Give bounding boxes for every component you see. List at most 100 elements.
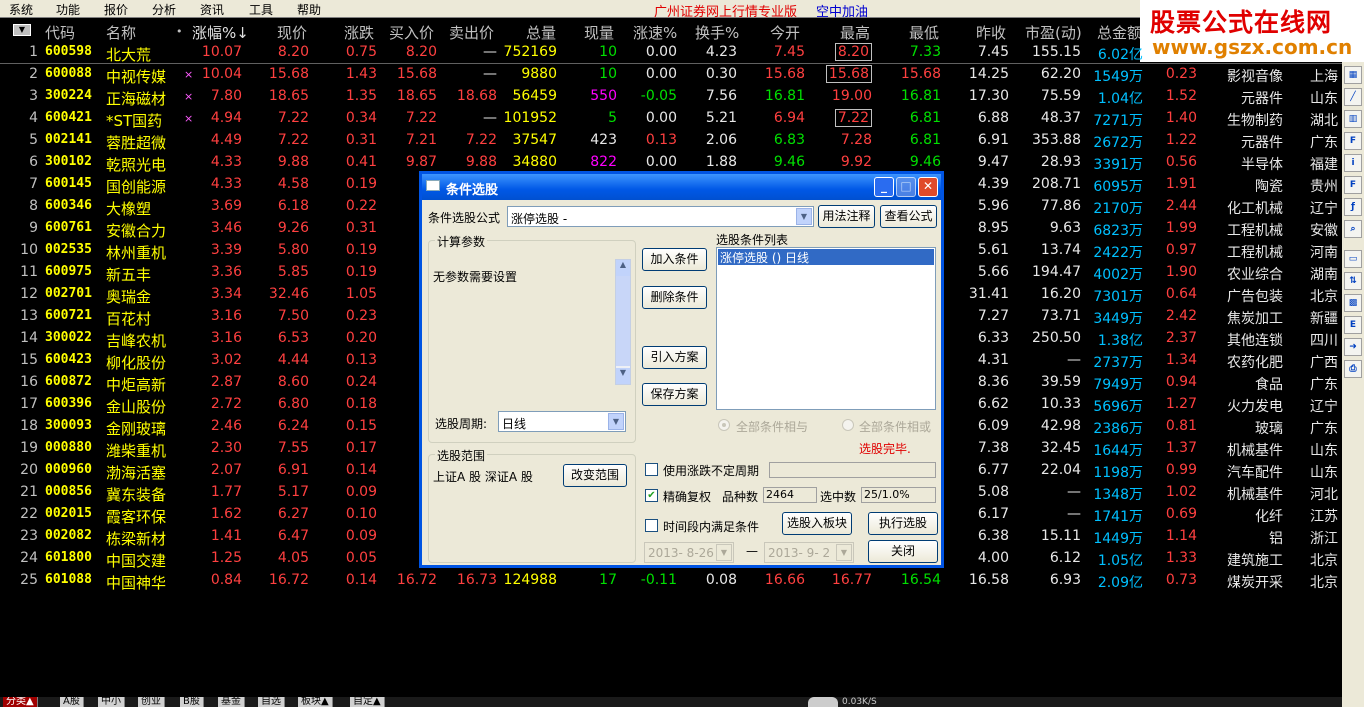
sort-dropdown-icon[interactable]: ▼ [13,24,31,36]
hit-label: 选中数 [820,490,857,504]
col-price[interactable]: 现价 [277,22,307,43]
bars-icon[interactable]: ▥ [1344,110,1362,128]
col-cur-volume[interactable]: 现量 [584,22,614,43]
col-bid[interactable]: 买入价 [389,22,434,43]
col-chg[interactable]: 涨跌 [344,22,374,43]
f10-icon[interactable]: F [1344,132,1362,150]
range-text: 上证A 股 深证A 股 [433,470,533,484]
dialog-titlebar[interactable]: 条件选股 _ □ ✕ [422,174,941,200]
etf-icon[interactable]: E [1344,316,1362,334]
close-button[interactable]: 关闭 [868,540,938,563]
view-formula-button[interactable]: 查看公式 [880,205,937,228]
tab-watchlist[interactable]: 自选 [258,697,285,707]
region: 河北 [1310,487,1338,503]
table-row[interactable]: 4 600421 *ST国药 × 4.94 7.22 0.34 7.22 — 101952 5 0.0… [0,108,1342,130]
menu-analysis[interactable]: 分析 [152,1,176,18]
tab-sector[interactable]: 板块▲ [298,697,333,707]
col-turnover[interactable]: 换手% [695,22,739,43]
prev-close: 6.09 [977,418,1009,434]
col-name[interactable]: 名称 [106,22,136,43]
radio-and[interactable] [718,419,730,431]
col-open[interactable]: 今开 [770,22,800,43]
search-icon[interactable]: ⌕ [1344,220,1362,238]
info-icon[interactable]: i [1344,154,1362,172]
col-amount[interactable]: 总金额 [1097,22,1142,43]
run-screen-button[interactable]: 执行选股 [868,512,938,535]
region: 辽宁 [1310,201,1338,217]
table-row[interactable]: 5 002141 蓉胜超微 4.49 7.22 0.31 7.21 7.22 37547 423 0… [0,130,1342,152]
col-prev-close[interactable]: 昨收 [976,22,1006,43]
export-icon[interactable]: ➜ [1344,338,1362,356]
delete-condition-button[interactable]: 删除条件 [642,286,707,309]
params-scrollbar[interactable]: ▲ ▼ [615,259,631,385]
table-row[interactable]: 3 300224 正海磁材 × 7.80 18.65 1.35 18.65 18.68 56459… [0,86,1342,108]
grid-icon[interactable]: ▩ [1344,294,1362,312]
tab-custom[interactable]: 自定▲ [350,697,385,707]
chart-icon[interactable]: ▦ [1344,66,1362,84]
menu-quote[interactable]: 报价 [104,1,128,18]
radio-or[interactable] [842,419,854,431]
amount: 6095万 [1093,179,1143,195]
table-row[interactable]: 2 600088 中视传媒 × 10.04 15.68 1.43 15.68 — 9880 10 0.… [0,64,1342,86]
pe-ratio: 15.11 [1040,528,1081,544]
to-block-button[interactable]: 选股入板块 [782,512,852,535]
col-mark[interactable]: • [176,25,183,38]
menu-help[interactable]: 帮助 [297,1,321,18]
add-condition-button[interactable]: 加入条件 [642,248,707,271]
change-range-button[interactable]: 改变范围 [563,464,627,487]
tab-b-share[interactable]: B股 [180,697,204,707]
pe-ratio: 6.93 [1049,572,1081,588]
col-code[interactable]: 代码 [45,22,75,43]
usage-button[interactable]: 用法注释 [818,205,875,228]
folder-icon[interactable]: ▭ [1344,250,1362,268]
tab-a-share[interactable]: A股 [60,697,84,707]
menu-system[interactable]: 系统 [9,1,33,18]
tab-fund[interactable]: 基金 [218,697,245,707]
scroll-thumb[interactable] [616,276,630,366]
period-select[interactable]: 日线 ▼ [498,411,626,432]
f10-icon[interactable]: F [1344,176,1362,194]
scroll-up-icon[interactable]: ▲ [616,260,630,276]
open: 16.81 [764,88,805,104]
pe-ratio: 9.63 [1049,220,1081,236]
col-pct[interactable]: 涨幅%↓ [192,22,249,43]
menu-function[interactable]: 功能 [56,1,80,18]
tab-gem[interactable]: 创业 [138,697,165,707]
amount: 2386万 [1093,421,1143,437]
col-volume[interactable]: 总量 [526,22,556,43]
period-label: 选股周期: [435,417,488,431]
condition-list[interactable]: 涨停选股 () 日线 [716,247,936,410]
col-ask[interactable]: 卖出价 [449,22,494,43]
col-speed[interactable]: 涨速% [633,22,677,43]
low: 16.81 [900,88,941,104]
row-number: 13 [20,308,38,324]
row-number: 16 [20,374,38,390]
use-period-checkbox[interactable] [645,463,658,476]
col-pe[interactable]: 市盈(动) [1025,22,1082,43]
formula-select[interactable]: 涨停选股 - ▼ [507,206,814,227]
fx-icon[interactable]: ƒ [1344,198,1362,216]
print-icon[interactable]: ⎙ [1344,360,1362,378]
kline-icon[interactable]: ╱ [1344,88,1362,106]
prev-close: 8.95 [977,220,1009,236]
time-range-checkbox[interactable] [645,519,658,532]
table-row[interactable]: 25 601088 中国神华 0.84 16.72 0.14 16.72 16.73 12498… [0,570,1342,592]
save-scheme-button[interactable]: 保存方案 [642,383,707,406]
close-icon[interactable]: ✕ [918,177,938,197]
current-volume: 423 [590,132,617,148]
tab-category[interactable]: 分类▲ [3,697,38,707]
table-row[interactable]: 1 600598 北大荒 10.07 8.20 0.75 8.20 — 752169 10 0.00… [0,42,1342,64]
pe-ratio: 28.93 [1040,154,1081,170]
scroll-down-icon[interactable]: ▼ [616,368,630,384]
tab-sme[interactable]: 中小 [98,697,125,707]
import-scheme-button[interactable]: 引入方案 [642,346,707,369]
arrows-icon[interactable]: ⇅ [1344,272,1362,290]
col-low[interactable]: 最低 [909,22,939,43]
row-number: 17 [20,396,38,412]
col-high[interactable]: 最高 [840,22,870,43]
precise-checkbox[interactable]: ✔ [645,489,658,502]
condition-list-item[interactable]: 涨停选股 () 日线 [718,249,934,265]
menu-news[interactable]: 资讯 [200,1,224,18]
minimize-icon[interactable]: _ [874,177,894,197]
menu-tools[interactable]: 工具 [249,1,273,18]
